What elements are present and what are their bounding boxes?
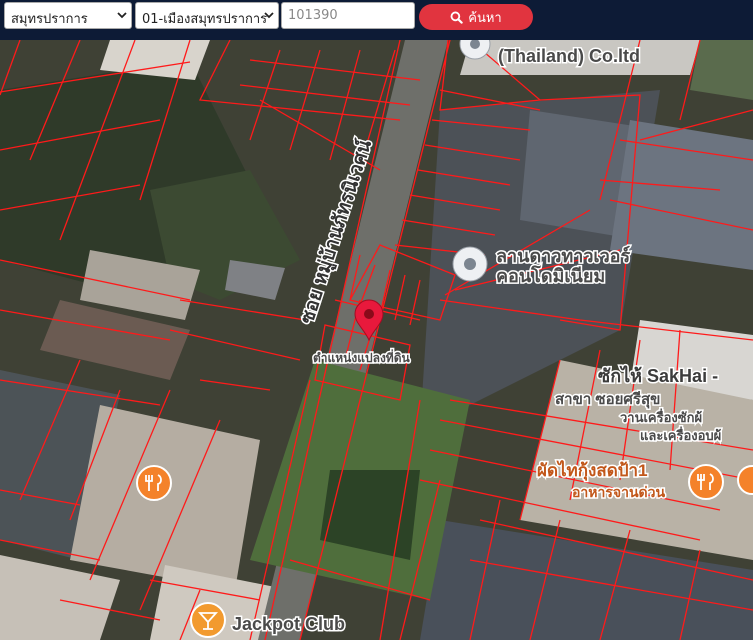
chevron-down-icon <box>117 12 127 19</box>
restaurant-pin-right[interactable] <box>688 464 724 500</box>
label-branch-line2: วานเครื่องซักผ้ <box>620 408 702 425</box>
parcel-number-input[interactable]: 101390 <box>281 2 415 29</box>
place-pin-dot <box>464 258 476 270</box>
label-padthai-line2: อาหารจานด่วน <box>572 484 665 500</box>
cocktail-icon <box>190 602 226 638</box>
label-condo-line1: ลานดาวทาวเวอร์ <box>496 245 630 266</box>
building-roof <box>690 40 753 100</box>
label-padthai-line1: ผัดไทกุ้งสดป้า1 <box>537 460 648 481</box>
label-sakhai: ซักไห้ SakHai - <box>598 365 718 386</box>
restaurant-icon <box>688 464 724 500</box>
province-select[interactable]: สมุทรปราการ <box>4 2 132 29</box>
map-pin-dot <box>364 309 374 319</box>
label-company: (Thailand) Co.ltd <box>498 46 640 66</box>
search-icon <box>450 11 463 24</box>
label-condo-line2: คอนโดมิเนียม <box>496 265 605 286</box>
condo-place-pin[interactable] <box>452 246 488 282</box>
label-jackpot: Jackpot Club <box>232 614 345 634</box>
restaurant-pin-left[interactable] <box>136 465 172 501</box>
search-toolbar: สมุทรปราการ 01-เมืองสมุทรปราการ 101390 ค… <box>0 0 753 40</box>
district-value: 01-เมืองสมุทรปราการ <box>142 12 268 27</box>
search-button-label: ค้นหา <box>468 10 502 26</box>
label-branch-line1: สาขา ซอยศรีสุข <box>555 391 660 409</box>
satellite-map[interactable]: (Thailand) Co.ltd ลานดาวทาวเวอร์ คอนโดมิ… <box>0 40 753 640</box>
province-value: สมุทรปราการ <box>11 12 88 27</box>
district-select[interactable]: 01-เมืองสมุทรปราการ <box>135 2 279 29</box>
parcel-number-value: 101390 <box>288 8 338 23</box>
label-parcel-marker: ตำแหน่งแปลงที่ดิน <box>313 349 411 365</box>
restaurant-icon <box>136 465 172 501</box>
label-branch-line3: และเครื่องอบผ้ <box>640 426 721 443</box>
bar-pin[interactable] <box>190 602 226 638</box>
search-button[interactable]: ค้นหา <box>419 4 533 30</box>
chevron-down-icon <box>264 12 274 19</box>
